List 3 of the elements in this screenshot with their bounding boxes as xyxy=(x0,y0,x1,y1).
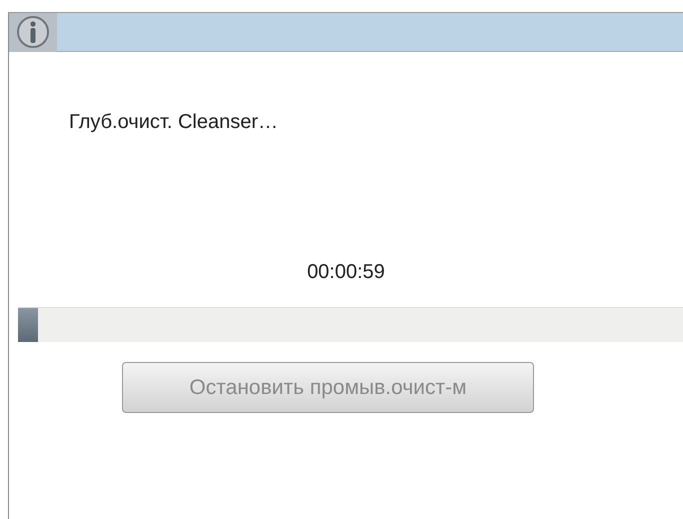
status-message: Глуб.очист. Cleanser… xyxy=(69,110,278,135)
info-icon xyxy=(16,15,50,49)
countdown-timer: 00:00:59 xyxy=(307,261,385,283)
